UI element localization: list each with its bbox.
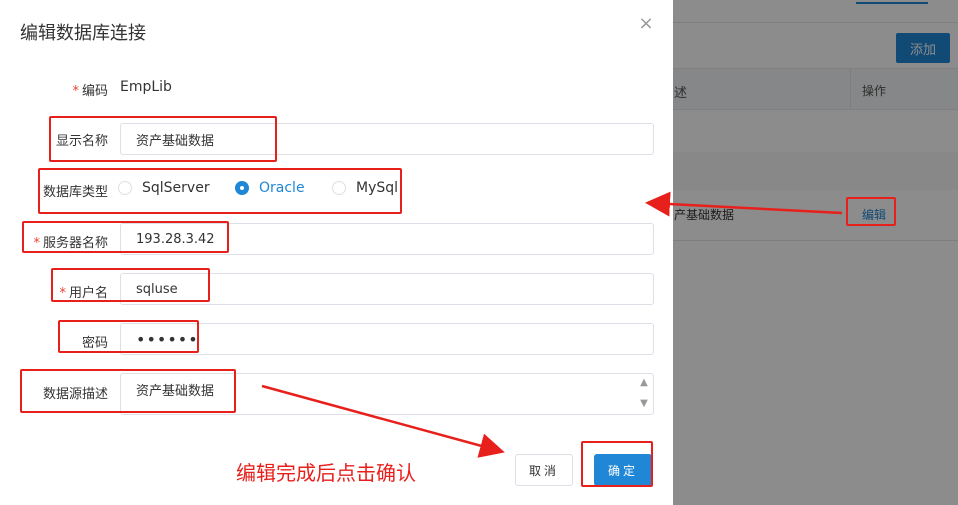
arrow-to-cancel	[261, 384, 505, 458]
arrow-to-dialog	[645, 191, 843, 217]
annotation-arrows	[261, 191, 843, 458]
